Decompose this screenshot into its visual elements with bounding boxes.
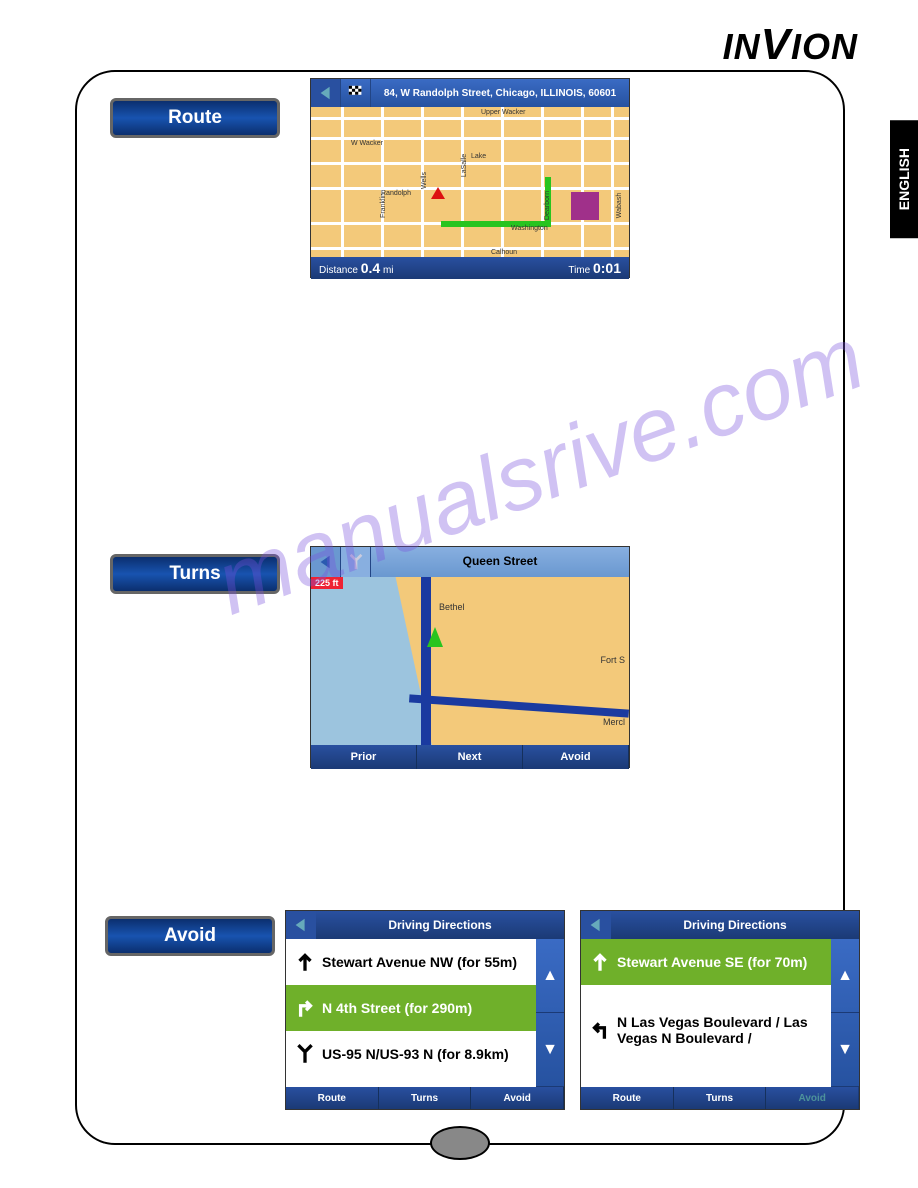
dd-row[interactable]: Stewart Avenue NW (for 55m) bbox=[286, 939, 536, 985]
time-value: 0:01 bbox=[593, 260, 621, 276]
back-icon[interactable] bbox=[311, 79, 341, 107]
scroll-up-icon[interactable]: ▲ bbox=[536, 939, 564, 1013]
driving-directions-panel: Driving Directions Stewart Avenue NW (fo… bbox=[285, 910, 565, 1110]
highway-vertical bbox=[421, 577, 431, 745]
scroll-bar[interactable]: ▲ ▼ bbox=[536, 939, 564, 1087]
dd-header: Driving Directions bbox=[286, 911, 564, 939]
destination-address: 84, W Randolph Street, Chicago, ILLINOIS… bbox=[371, 88, 629, 99]
map-canvas[interactable]: 225 ft Bethel Fort S Mercl bbox=[311, 577, 629, 745]
avoid-button[interactable]: Avoid bbox=[766, 1087, 859, 1109]
water-area bbox=[311, 577, 432, 745]
distance-badge: 225 ft bbox=[311, 577, 343, 589]
map-label: Bethel bbox=[439, 602, 465, 612]
straight-icon bbox=[292, 949, 318, 975]
brand-logo: INVION bbox=[723, 20, 858, 70]
street-label: W Wacker bbox=[351, 140, 383, 147]
driving-directions-panel: Driving Directions Stewart Avenue SE (fo… bbox=[580, 910, 860, 1110]
destination-block bbox=[571, 192, 599, 220]
dd-title: Driving Directions bbox=[316, 918, 564, 932]
street-label: Washington bbox=[511, 225, 548, 232]
language-tab: ENGLISH bbox=[890, 120, 918, 238]
street-label: Calhoun bbox=[491, 249, 517, 256]
dd-row-text: N 4th Street (for 290m) bbox=[322, 1000, 534, 1016]
map-label: Fort S bbox=[600, 655, 625, 665]
dd-row-text: Stewart Avenue SE (for 70m) bbox=[617, 954, 829, 970]
street-label: Franklin bbox=[380, 193, 387, 218]
map-footer: Distance 0.4 mi Time 0:01 bbox=[311, 257, 629, 279]
map-footer: Prior Next Avoid bbox=[311, 745, 629, 769]
page-knob bbox=[430, 1126, 490, 1160]
map-label: Mercl bbox=[603, 717, 625, 727]
dd-row-text: Stewart Avenue NW (for 55m) bbox=[322, 954, 534, 970]
street-label: Upper Wacker bbox=[481, 109, 525, 116]
back-icon[interactable] bbox=[581, 911, 611, 939]
avoid-button[interactable]: Avoid bbox=[523, 745, 629, 769]
dd-footer: Route Turns Avoid bbox=[581, 1087, 859, 1109]
turns-button[interactable]: Turns bbox=[379, 1087, 472, 1109]
dd-row[interactable]: N Las Vegas Boulevard / Las Vegas N Boul… bbox=[581, 985, 831, 1075]
scroll-down-icon[interactable]: ▼ bbox=[536, 1013, 564, 1087]
scroll-down-icon[interactable]: ▼ bbox=[831, 1013, 859, 1087]
dd-row-text: N Las Vegas Boulevard / Las Vegas N Boul… bbox=[617, 1014, 829, 1046]
destination-flag-icon bbox=[341, 79, 371, 107]
distance-unit: mi bbox=[383, 265, 394, 276]
turn-right-icon bbox=[292, 995, 318, 1021]
direction-arrow-icon bbox=[427, 627, 443, 647]
turns-map-screenshot: Queen Street 225 ft Bethel Fort S Mercl … bbox=[310, 546, 630, 768]
straight-icon bbox=[587, 949, 613, 975]
scroll-bar[interactable]: ▲ ▼ bbox=[831, 939, 859, 1087]
dd-header: Driving Directions bbox=[581, 911, 859, 939]
scroll-up-icon[interactable]: ▲ bbox=[831, 939, 859, 1013]
street-label: LaSalle bbox=[461, 154, 468, 177]
dd-list: Stewart Avenue SE (for 70m) N Las Vegas … bbox=[581, 939, 831, 1087]
street-label: Dearborn bbox=[544, 191, 551, 220]
route-button[interactable]: Route bbox=[286, 1087, 379, 1109]
turn-left-icon bbox=[587, 1017, 613, 1043]
dd-body: Stewart Avenue NW (for 55m) N 4th Street… bbox=[286, 939, 564, 1087]
route-path bbox=[441, 177, 551, 227]
dd-body: Stewart Avenue SE (for 70m) N Las Vegas … bbox=[581, 939, 859, 1087]
merge-icon bbox=[292, 1041, 318, 1067]
map-header: Queen Street bbox=[311, 547, 629, 577]
route-map-screenshot: 84, W Randolph Street, Chicago, ILLINOIS… bbox=[310, 78, 630, 278]
street-label: Wabash bbox=[616, 193, 623, 218]
turn-icon bbox=[341, 547, 371, 577]
prior-button[interactable]: Prior bbox=[311, 745, 417, 769]
back-icon[interactable] bbox=[311, 547, 341, 577]
distance-value: 0.4 bbox=[361, 260, 380, 276]
avoid-button[interactable]: Avoid bbox=[471, 1087, 564, 1109]
map-canvas[interactable]: Upper Wacker W Wacker Lake Randolph Wash… bbox=[311, 107, 629, 257]
dd-row[interactable]: US-95 N/US-93 N (for 8.9km) bbox=[286, 1031, 536, 1077]
route-button[interactable]: Route bbox=[581, 1087, 674, 1109]
dd-title: Driving Directions bbox=[611, 918, 859, 932]
distance-label: Distance bbox=[319, 265, 358, 276]
highway-horizontal bbox=[409, 694, 629, 717]
dd-row[interactable]: Stewart Avenue SE (for 70m) bbox=[581, 939, 831, 985]
turns-button[interactable]: Turns bbox=[674, 1087, 767, 1109]
street-label: Lake bbox=[471, 153, 486, 160]
turns-button[interactable]: Turns bbox=[110, 554, 280, 594]
route-button[interactable]: Route bbox=[110, 98, 280, 138]
time-label: Time bbox=[568, 265, 590, 276]
current-location-icon bbox=[431, 187, 445, 199]
dd-list: Stewart Avenue NW (for 55m) N 4th Street… bbox=[286, 939, 536, 1087]
next-button[interactable]: Next bbox=[417, 745, 523, 769]
dd-footer: Route Turns Avoid bbox=[286, 1087, 564, 1109]
street-label: Wells bbox=[421, 172, 428, 189]
avoid-button[interactable]: Avoid bbox=[105, 916, 275, 956]
back-icon[interactable] bbox=[286, 911, 316, 939]
street-title: Queen Street bbox=[371, 555, 629, 568]
dd-row-text: US-95 N/US-93 N (for 8.9km) bbox=[322, 1046, 534, 1062]
dd-row[interactable]: N 4th Street (for 290m) bbox=[286, 985, 536, 1031]
map-header: 84, W Randolph Street, Chicago, ILLINOIS… bbox=[311, 79, 629, 107]
